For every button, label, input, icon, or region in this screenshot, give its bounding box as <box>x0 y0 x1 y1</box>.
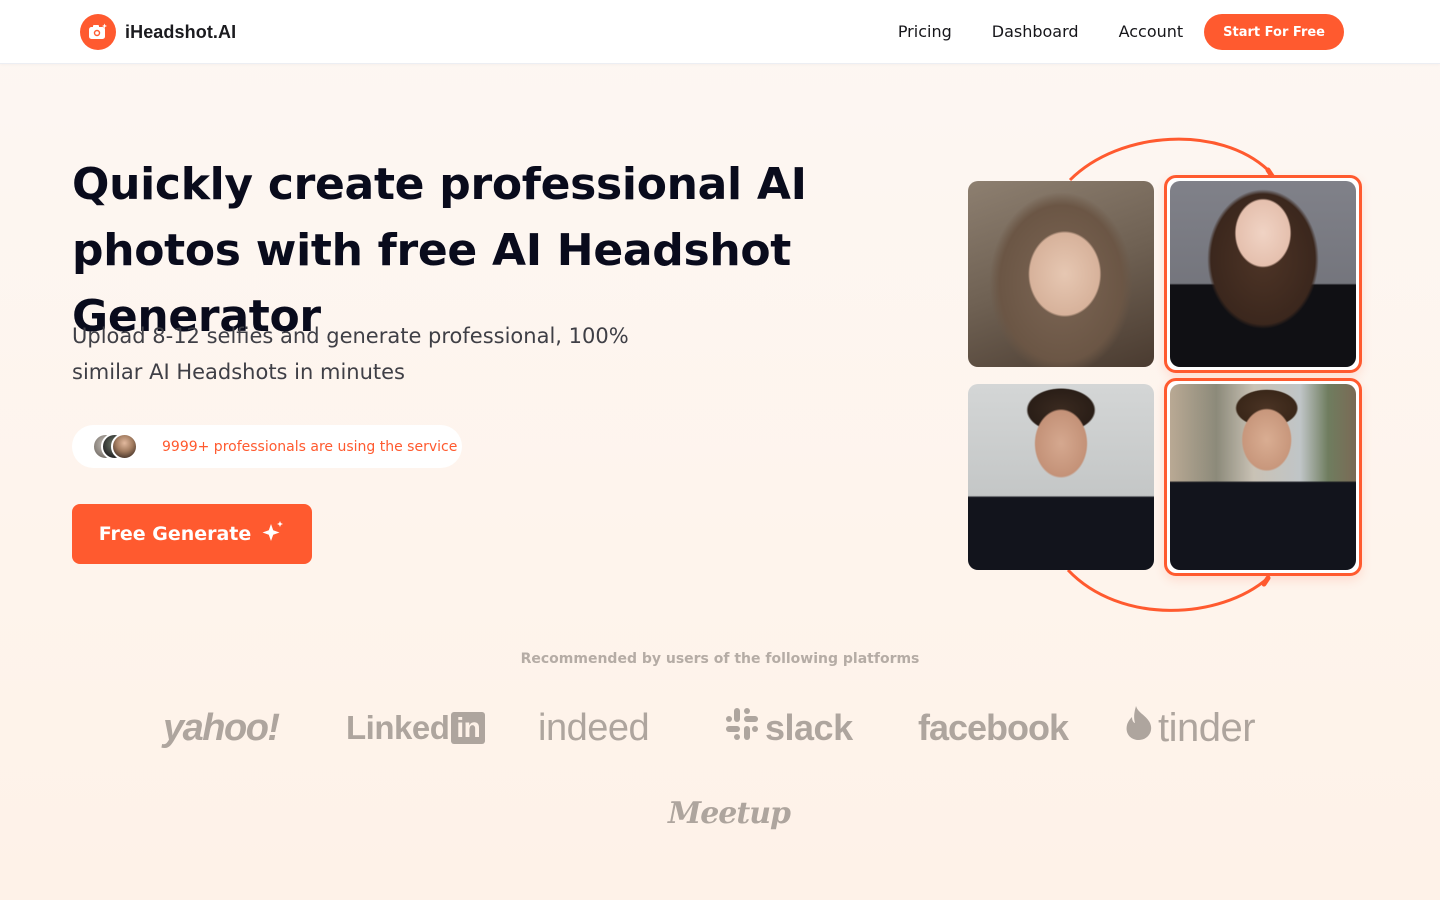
generated-photo-frame <box>1164 378 1362 576</box>
tinder-logo: tinder <box>1124 700 1256 756</box>
linkedin-logo: Linked in <box>346 700 486 756</box>
sparkle-icon <box>261 520 285 549</box>
linkedin-in-box: in <box>451 712 486 744</box>
meetup-logo: Meetup <box>668 796 791 831</box>
photo-man-headshot <box>1170 384 1356 570</box>
slack-hash-icon <box>725 707 759 750</box>
platform-logos: yahoo! Linked in indeed slack facebook t… <box>0 700 1440 760</box>
social-proof-badge: 9999+ professionals are using the servic… <box>72 425 462 468</box>
social-proof-text: 9999+ professionals are using the servic… <box>162 438 458 455</box>
yahoo-logo: yahoo! <box>163 706 280 749</box>
generated-photo-frame <box>1164 175 1362 373</box>
nav-pricing[interactable]: Pricing <box>898 14 952 50</box>
main-nav: Pricing Dashboard Account Start For Free <box>898 14 1344 50</box>
photo-woman-headshot <box>1170 181 1356 367</box>
user-avatars <box>92 432 152 461</box>
tinder-wordmark: tinder <box>1158 705 1256 750</box>
slack-logo: slack <box>725 700 853 756</box>
top-navbar: iHeadshot.AI Pricing Dashboard Account S… <box>0 0 1440 64</box>
facebook-logo: facebook <box>918 707 1069 748</box>
flame-icon <box>1124 705 1154 751</box>
linkedin-wordmark: Linked <box>346 709 450 746</box>
platforms-heading: Recommended by users of the following pl… <box>520 651 920 667</box>
brand-name: iHeadshot.AI <box>125 21 237 42</box>
indeed-logo: indeed <box>538 706 650 749</box>
camera-sparkle-icon <box>80 14 116 50</box>
headshot-showcase <box>950 130 1380 620</box>
hero-subtitle: Upload 8-12 selfies and generate profess… <box>72 324 629 384</box>
nav-dashboard[interactable]: Dashboard <box>992 14 1079 50</box>
photo-man-selfie <box>968 384 1154 570</box>
photo-woman-selfie <box>968 181 1154 367</box>
avatar <box>111 432 138 460</box>
nav-account[interactable]: Account <box>1119 14 1184 50</box>
brand-logo[interactable]: iHeadshot.AI <box>80 14 236 50</box>
slack-wordmark: slack <box>765 707 853 748</box>
free-generate-button[interactable]: Free Generate <box>72 504 312 564</box>
free-generate-label: Free Generate <box>98 523 252 545</box>
start-for-free-button[interactable]: Start For Free <box>1204 14 1344 50</box>
